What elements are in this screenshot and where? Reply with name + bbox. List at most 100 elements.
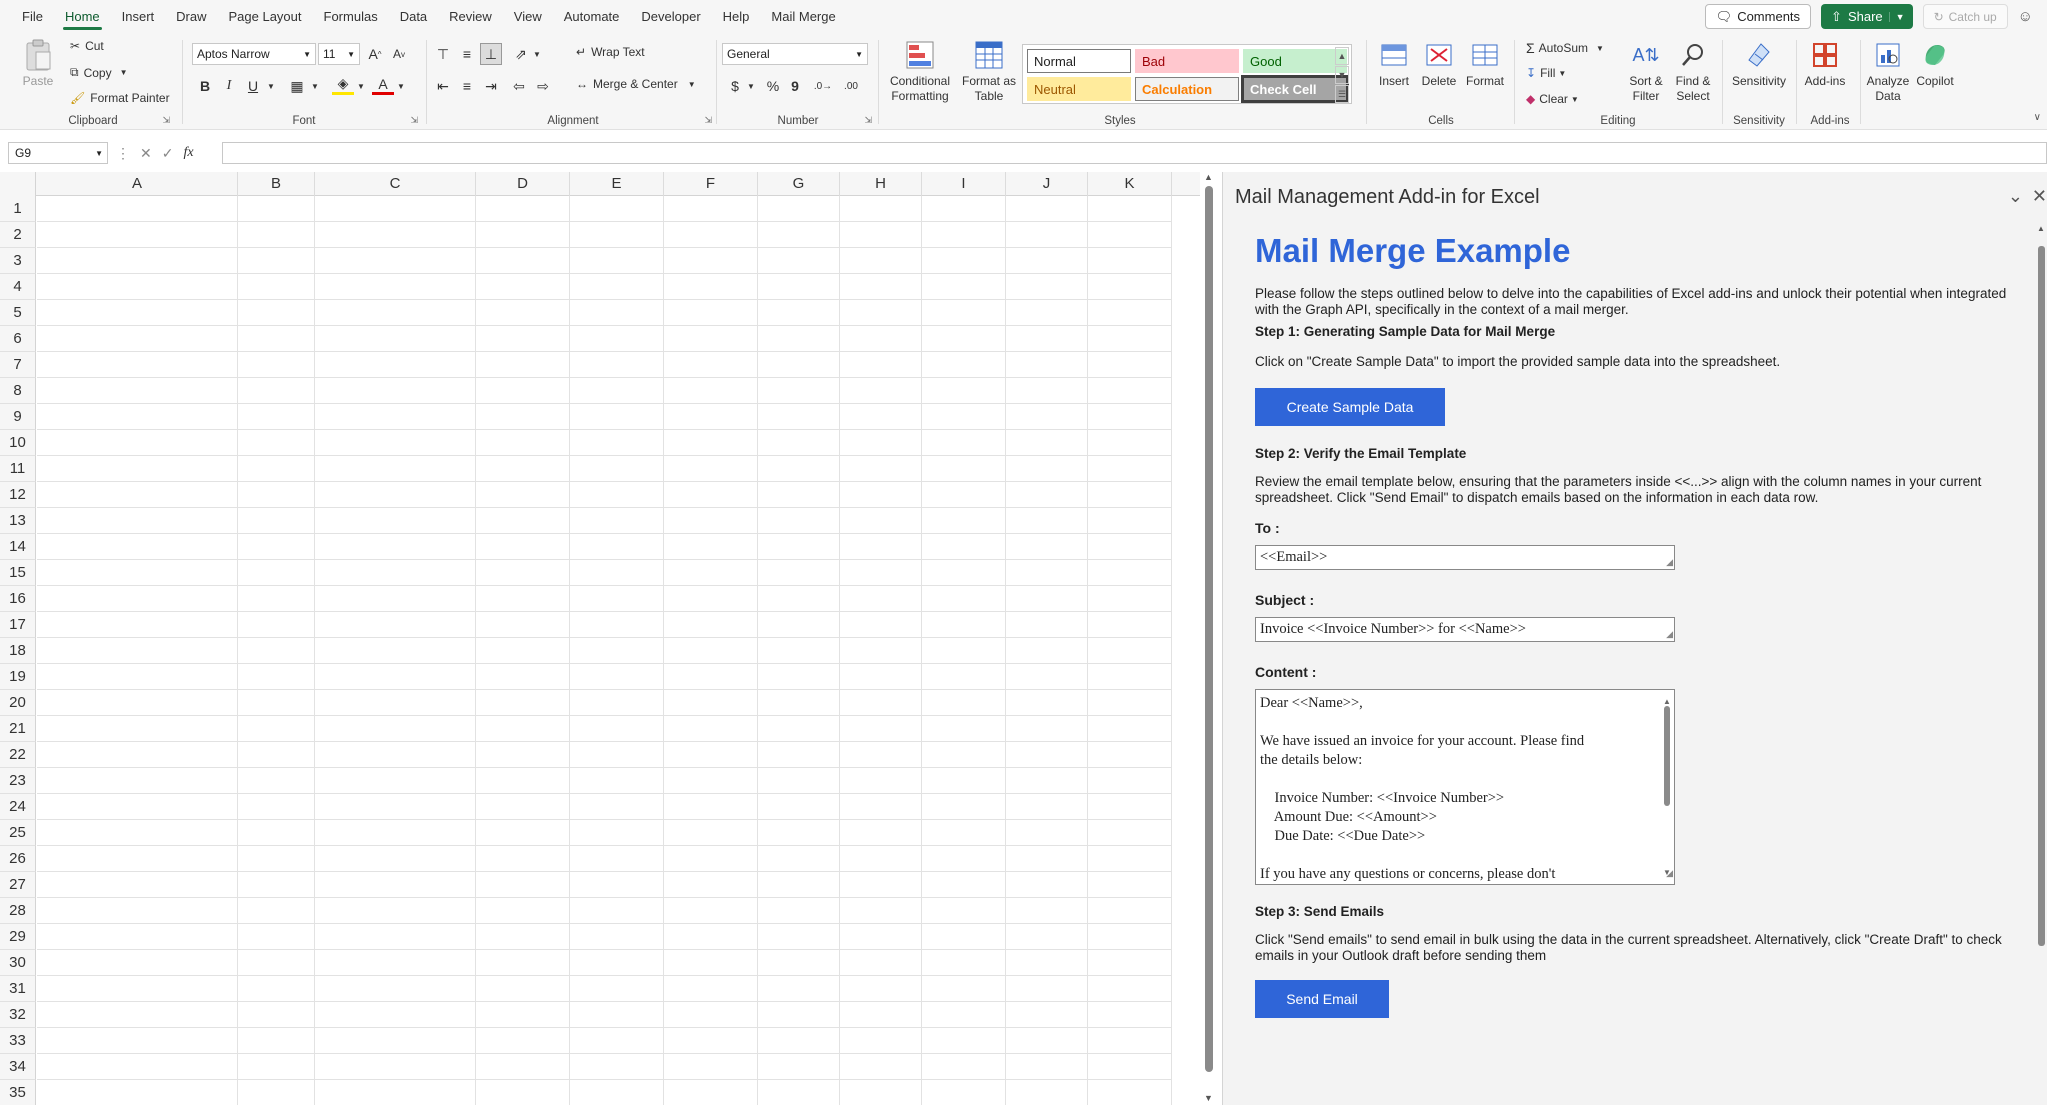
gallery-more-icon[interactable]: ☰ [1335,85,1349,103]
chevron-down-icon[interactable]: ▼ [1558,69,1566,78]
vertical-scrollbar[interactable]: ▲ ▼ [1200,172,1220,1105]
chevron-down-icon[interactable]: ▼ [1571,95,1579,104]
gallery-down-icon[interactable]: ▼ [1335,66,1349,84]
chevron-down-icon[interactable]: ▼ [260,75,282,97]
chevron-down-icon[interactable]: ▼ [688,80,696,89]
subject-field[interactable]: Invoice <<Invoice Number>> for <<Name>> … [1255,617,1675,642]
resize-grip-icon[interactable]: ◢ [1666,629,1673,640]
dialog-launcher-icon[interactable]: ⇲ [864,115,872,126]
tab-formulas[interactable]: Formulas [324,0,378,34]
row-header-16[interactable]: 16 [0,586,36,612]
clear-button[interactable]: ◆ Clear ▼ [1526,92,1579,106]
row-header-14[interactable]: 14 [0,534,36,560]
tab-mail-merge[interactable]: Mail Merge [771,0,835,34]
chevron-down-icon[interactable]: ⌄ [2008,186,2023,207]
increase-font-icon[interactable]: A ^ [364,43,386,65]
row-header-12[interactable]: 12 [0,482,36,508]
row-header-26[interactable]: 26 [0,846,36,872]
tab-automate[interactable]: Automate [564,0,620,34]
row-header-29[interactable]: 29 [0,924,36,950]
select-all-corner[interactable] [0,172,36,196]
row-header-4[interactable]: 4 [0,274,36,300]
dialog-launcher-icon[interactable]: ⇲ [410,115,418,126]
row-header-21[interactable]: 21 [0,716,36,742]
percent-button[interactable]: % [762,75,784,97]
row-header-10[interactable]: 10 [0,430,36,456]
autosum-button[interactable]: Σ AutoSum ▼ [1526,40,1604,56]
increase-indent-icon[interactable]: ⇨ [532,75,554,97]
align-middle-icon[interactable]: ≡ [456,43,478,65]
chevron-down-icon[interactable]: ▼ [390,75,412,97]
chevron-down-icon[interactable]: ▼ [1596,44,1604,53]
column-header-k[interactable]: K [1088,172,1172,196]
chevron-down-icon[interactable]: ▼ [740,75,762,97]
align-top-icon[interactable]: ⊤ [432,43,454,65]
column-header-j[interactable]: J [1006,172,1088,196]
content-scrollbar[interactable]: ▲ ▼ [1662,692,1672,882]
copy-button[interactable]: ⧉ Copy ▼ [70,65,128,80]
conditional-formatting-button[interactable]: Conditional Formatting [884,38,956,104]
find-select-button[interactable]: Find & Select [1670,38,1716,104]
sort-filter-button[interactable]: A⇅ Sort & Filter [1624,38,1668,104]
row-header-24[interactable]: 24 [0,794,36,820]
row-header-13[interactable]: 13 [0,508,36,534]
scrollbar-thumb[interactable] [1205,186,1213,1072]
column-header-a[interactable]: A [37,172,238,196]
align-bottom-icon[interactable]: ⊥ [480,43,502,65]
column-header-f[interactable]: F [664,172,758,196]
font-size-dropdown[interactable]: 11 ▼ [318,43,360,65]
insert-function-button[interactable]: fx [183,145,193,161]
row-header-20[interactable]: 20 [0,690,36,716]
format-painter-button[interactable]: 🖌 Format Painter [70,91,170,105]
to-field[interactable]: <<Email>> ◢ [1255,545,1675,570]
column-header-i[interactable]: I [922,172,1006,196]
catch-up-button[interactable]: ↻ Catch up [1922,4,2008,29]
scrollbar-thumb[interactable] [2038,246,2045,946]
style-good[interactable]: Good [1243,49,1347,73]
row-header-15[interactable]: 15 [0,560,36,586]
row-header-3[interactable]: 3 [0,248,36,274]
comma-style-button[interactable]: 9 [784,75,806,97]
row-header-5[interactable]: 5 [0,300,36,326]
row-header-23[interactable]: 23 [0,768,36,794]
scroll-up-icon[interactable]: ▲ [1204,172,1213,182]
row-header-18[interactable]: 18 [0,638,36,664]
row-header-25[interactable]: 25 [0,820,36,846]
column-header-e[interactable]: E [570,172,664,196]
chevron-down-icon[interactable]: ▼ [526,43,548,65]
format-cells-button[interactable]: Format [1464,38,1506,89]
row-header-11[interactable]: 11 [0,456,36,482]
tab-help[interactable]: Help [723,0,750,34]
row-header-19[interactable]: 19 [0,664,36,690]
style-check-cell[interactable]: Check Cell [1241,75,1349,103]
row-header-30[interactable]: 30 [0,950,36,976]
row-header-17[interactable]: 17 [0,612,36,638]
comments-button[interactable]: 🗨 Comments [1704,4,1812,29]
addins-button[interactable]: Add-ins [1802,38,1848,89]
row-header-28[interactable]: 28 [0,898,36,924]
bold-button[interactable]: B [194,75,216,97]
style-neutral[interactable]: Neutral [1027,77,1131,101]
tab-view[interactable]: View [514,0,542,34]
row-header-34[interactable]: 34 [0,1054,36,1080]
dialog-launcher-icon[interactable]: ⇲ [162,115,170,126]
row-header-1[interactable]: 1 [0,196,36,222]
tab-file[interactable]: File [22,0,43,34]
fill-button[interactable]: ↧ Fill ▼ [1526,66,1566,80]
merge-center-button[interactable]: ↔ Merge & Center ▼ [576,77,696,91]
tab-review[interactable]: Review [449,0,492,34]
task-pane-scrollbar[interactable]: ▲ [2035,224,2047,1105]
close-icon[interactable]: ✕ [2032,186,2047,207]
copilot-button[interactable]: Copilot [1912,38,1958,89]
row-header-31[interactable]: 31 [0,976,36,1002]
share-button[interactable]: ⇧ Share ▼ [1821,4,1913,29]
send-email-button[interactable]: Send Email [1255,980,1389,1018]
style-normal[interactable]: Normal [1027,49,1131,73]
chevron-down-icon[interactable]: ▼ [1888,11,1905,22]
scroll-up-icon[interactable]: ▲ [2037,224,2045,233]
decrease-indent-icon[interactable]: ⇦ [508,75,530,97]
cancel-icon[interactable]: ✕ [140,145,152,162]
number-format-dropdown[interactable]: General ▼ [722,43,868,65]
formula-input[interactable] [222,142,2047,164]
align-left-icon[interactable]: ⇤ [432,75,454,97]
